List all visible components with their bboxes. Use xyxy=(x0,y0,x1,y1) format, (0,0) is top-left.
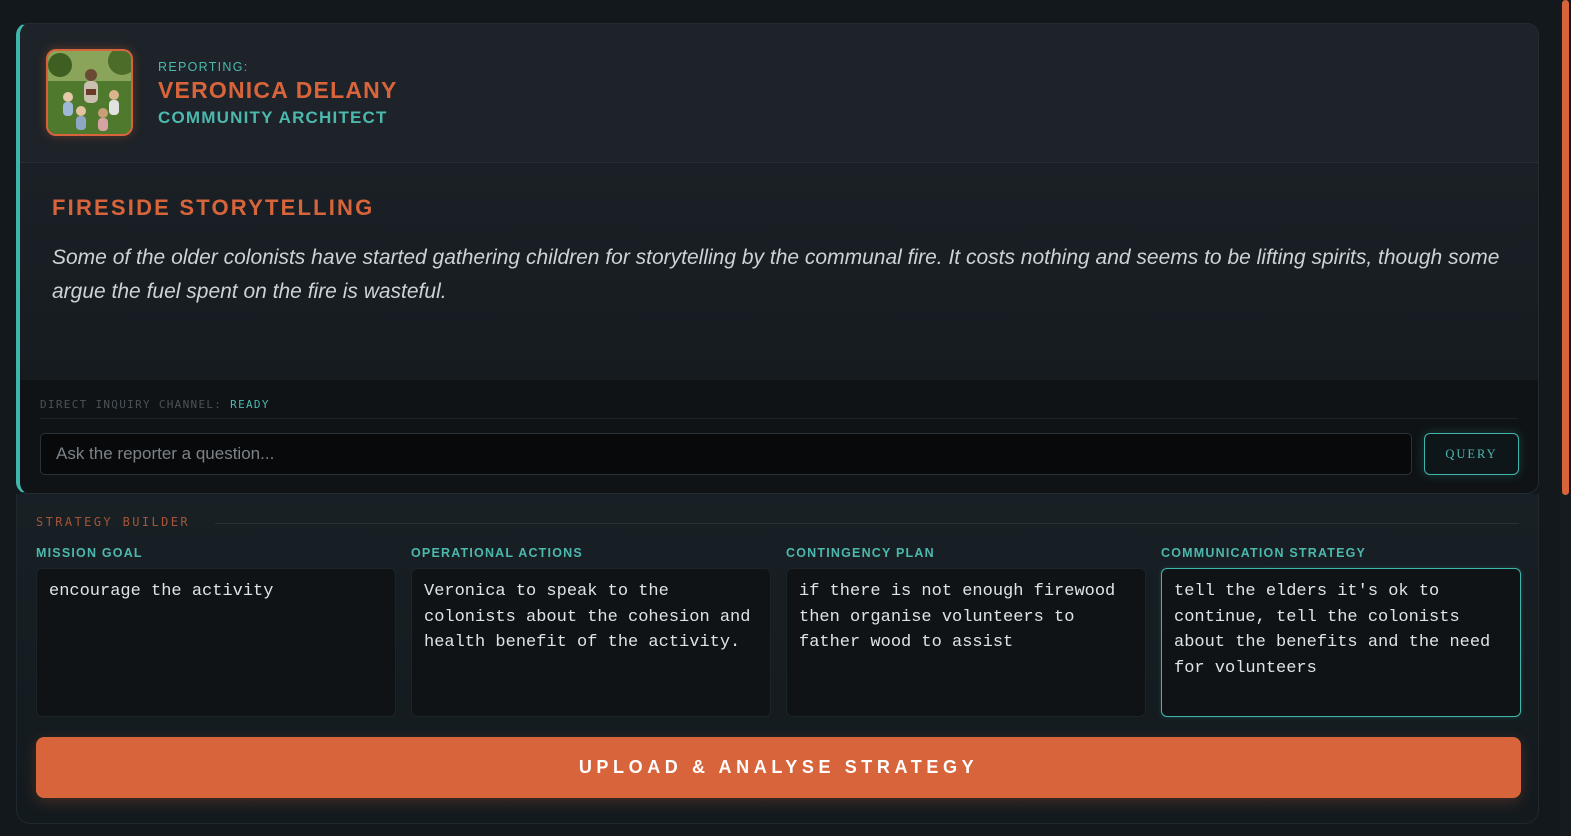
reporter-role: COMMUNITY ARCHITECT xyxy=(158,108,388,127)
scrollbar-thumb[interactable] xyxy=(1562,0,1569,495)
communication-strategy-field[interactable]: tell the elders it's ok to continue, tel… xyxy=(1161,568,1521,717)
inquiry-status-label: DIRECT INQUIRY CHANNEL: xyxy=(40,398,223,411)
reporting-label: REPORTING: xyxy=(158,60,249,74)
mission-goal-field[interactable]: encourage the activity xyxy=(36,568,396,717)
strategy-heading: STRATEGY BUILDER xyxy=(36,515,190,529)
inquiry-section: DIRECT INQUIRY CHANNEL: READY QUERY xyxy=(20,380,1538,493)
inquiry-status-value: READY xyxy=(230,398,270,411)
report-text: Some of the older colonists have started… xyxy=(52,246,1500,303)
avatar-illustration xyxy=(48,51,131,134)
query-button[interactable]: QUERY xyxy=(1424,433,1519,475)
strategy-builder: STRATEGY BUILDER MISSION GOAL encourage … xyxy=(16,494,1539,824)
question-input[interactable] xyxy=(40,433,1412,475)
report-body: FIRESIDE STORYTELLING Some of the older … xyxy=(20,163,1538,380)
upload-analyse-button[interactable]: UPLOAD & ANALYSE STRATEGY xyxy=(36,737,1521,798)
reporter-avatar xyxy=(46,49,133,136)
divider xyxy=(215,523,1519,524)
inquiry-status: DIRECT INQUIRY CHANNEL: READY xyxy=(40,398,270,411)
contingency-plan-field[interactable]: if there is not enough firewood then org… xyxy=(786,568,1146,717)
mission-goal-label: MISSION GOAL xyxy=(36,546,143,560)
reporter-name: VERONICA DELANY xyxy=(158,77,398,103)
report-title: FIRESIDE STORYTELLING xyxy=(52,195,375,220)
report-card: REPORTING: VERONICA DELANY COMMUNITY ARC… xyxy=(16,23,1539,494)
communication-strategy-label: COMMUNICATION STRATEGY xyxy=(1161,546,1367,560)
page-scrollbar[interactable] xyxy=(1560,0,1571,836)
reporter-header: REPORTING: VERONICA DELANY COMMUNITY ARC… xyxy=(20,24,1538,163)
divider xyxy=(40,418,1518,419)
operational-actions-field[interactable]: Veronica to speak to the colonists about… xyxy=(411,568,771,717)
operational-actions-label: OPERATIONAL ACTIONS xyxy=(411,546,583,560)
contingency-plan-label: CONTINGENCY PLAN xyxy=(786,546,935,560)
